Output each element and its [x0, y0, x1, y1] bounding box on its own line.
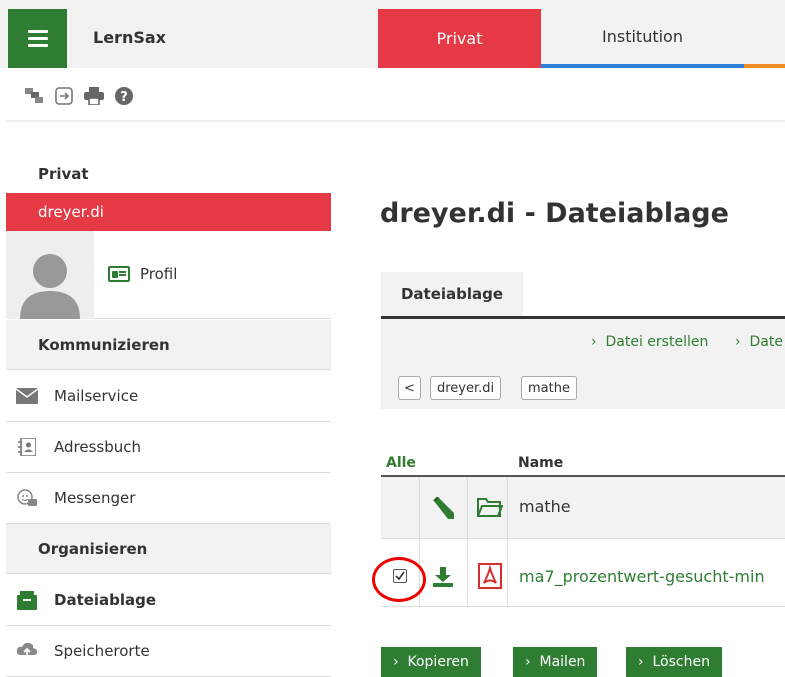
table-row: mathe — [381, 477, 785, 539]
breadcrumb: < dreyer.di mathe — [381, 367, 785, 409]
breadcrumb-back-button[interactable]: < — [398, 376, 421, 400]
table-row: ma7_prozentwert-gesucht-min — [381, 539, 785, 607]
loeschen-button[interactable]: › Löschen — [626, 647, 722, 677]
pdf-file-icon[interactable] — [477, 563, 503, 589]
switch-window-icon[interactable] — [24, 86, 44, 106]
highlight-circle-annotation — [372, 557, 426, 602]
mailen-button[interactable]: › Mailen — [513, 647, 598, 677]
mail-icon — [16, 387, 38, 405]
sidebar-title: Privat — [38, 165, 89, 183]
svg-text:?: ? — [120, 90, 128, 105]
menu-icon[interactable] — [8, 9, 67, 68]
edit-pencil-icon[interactable] — [431, 496, 455, 520]
sidebar-item-label: Speicherorte — [54, 642, 150, 660]
breadcrumb-item-root[interactable]: dreyer.di — [430, 376, 502, 400]
sidebar-item-label: Mailservice — [54, 387, 139, 405]
action-more[interactable]: › Date — [735, 334, 783, 350]
sidebar-item-label: Dateiablage — [54, 591, 157, 609]
file-name-link[interactable]: ma7_prozentwert-gesucht-min — [519, 567, 765, 586]
toolbar: ? — [24, 86, 134, 106]
profile-link[interactable]: Profil — [108, 265, 177, 283]
tab-institution[interactable]: Institution — [541, 9, 744, 68]
sidebar-item-speicherorte[interactable]: Speicherorte — [6, 626, 331, 677]
kopieren-button[interactable]: › Kopieren — [381, 647, 481, 677]
action-row: › Datei erstellen › Date — [381, 319, 785, 367]
messenger-icon — [16, 489, 38, 507]
sidebar-item-label: Messenger — [54, 489, 136, 507]
profile-row: Profil — [6, 231, 331, 319]
tab-dateiablage[interactable]: Dateiablage — [381, 272, 523, 316]
tab-next[interactable] — [744, 9, 785, 68]
breadcrumb-item-mathe[interactable]: mathe — [521, 376, 577, 400]
app-name: LernSax — [93, 28, 166, 47]
sidebar-item-messenger[interactable]: Messenger — [6, 473, 331, 524]
top-bar: LernSax Privat Institution — [0, 0, 785, 68]
page-title: dreyer.di - Dateiablage — [380, 198, 729, 229]
folder-icon[interactable] — [476, 495, 504, 519]
addressbook-icon — [16, 438, 38, 456]
print-icon[interactable] — [84, 86, 104, 106]
divider — [6, 120, 785, 122]
help-icon[interactable]: ? — [114, 86, 134, 106]
tab-privat[interactable]: Privat — [378, 9, 541, 68]
action-datei-erstellen[interactable]: › Datei erstellen — [591, 334, 708, 350]
column-divider — [467, 477, 468, 607]
sidebar-user[interactable]: dreyer.di — [6, 193, 331, 231]
avatar — [6, 231, 94, 319]
column-header-name[interactable]: Name — [518, 455, 563, 471]
sidebar-item-adressbuch[interactable]: Adressbuch — [6, 422, 331, 473]
sidebar-item-dateiablage[interactable]: Dateiablage — [6, 575, 331, 626]
sidebar-item-mailservice[interactable]: Mailservice — [6, 371, 331, 422]
column-divider — [507, 477, 508, 607]
profile-label: Profil — [140, 265, 178, 283]
profile-card-icon — [108, 266, 130, 282]
section-kommunizieren: Kommunizieren — [6, 320, 331, 370]
select-all-link[interactable]: Alle — [386, 455, 416, 471]
download-icon[interactable] — [431, 565, 455, 589]
file-storage-icon — [16, 591, 38, 610]
section-organisieren: Organisieren — [6, 524, 331, 574]
cloud-storage-icon — [16, 642, 38, 660]
sidebar-item-label: Adressbuch — [54, 438, 141, 456]
folder-name[interactable]: mathe — [519, 497, 571, 516]
logout-icon[interactable] — [54, 86, 74, 106]
